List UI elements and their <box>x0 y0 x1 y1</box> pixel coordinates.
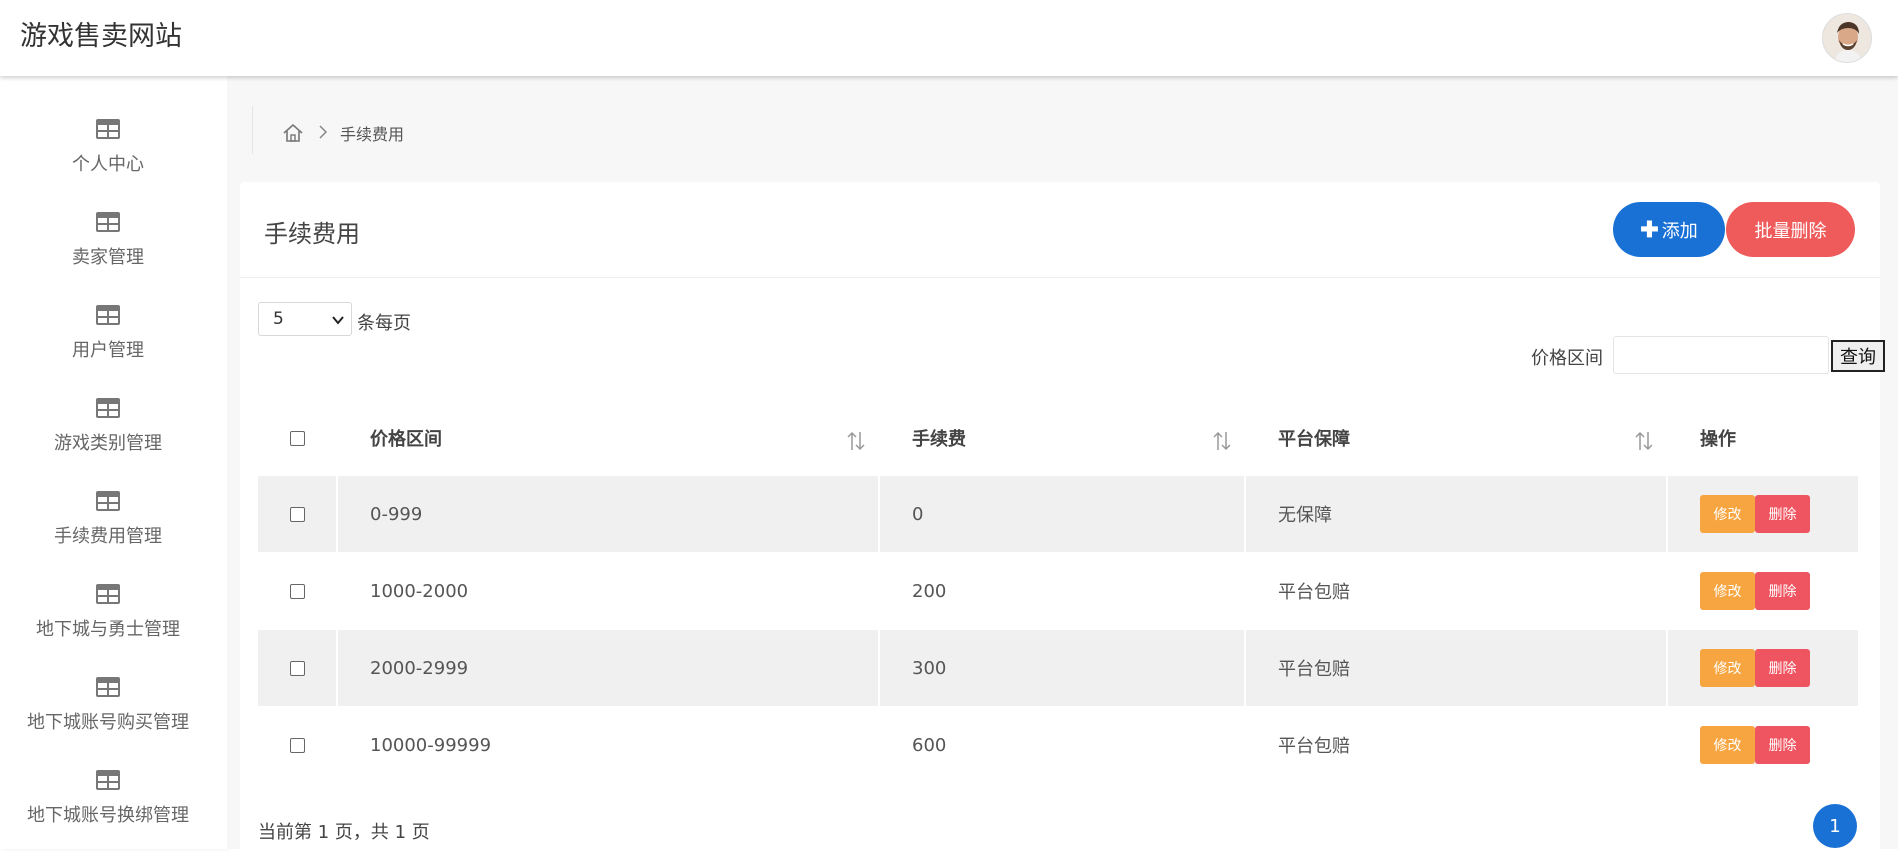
sidebar-item-label: 地下城账号换绑管理 <box>27 805 189 826</box>
cell-actions: 修改 删除 <box>1668 707 1858 783</box>
header-fee[interactable]: 手续费 <box>880 400 1244 476</box>
cell-guarantee: 平台包赔 <box>1246 630 1666 706</box>
sidebar-item-label: 手续费用管理 <box>54 526 162 547</box>
delete-button[interactable]: 删除 <box>1755 726 1810 764</box>
row-checkbox[interactable] <box>289 506 305 522</box>
home-icon[interactable] <box>282 122 304 144</box>
sidebar-item-label: 个人中心 <box>72 154 144 175</box>
edit-button[interactable]: 修改 <box>1700 726 1755 764</box>
cell-price-range: 0-999 <box>338 476 878 552</box>
sidebar-item-user-management[interactable]: 用户管理 <box>0 305 216 385</box>
main-content: 手续费用 手续费用 ✚ 添加 批量删除 5 条每页 价格区间 查询 价格区间 手… <box>227 76 1898 862</box>
sidebar-item-personal-center[interactable]: 个人中心 <box>0 119 216 199</box>
sidebar: 个人中心 卖家管理 用户管理 游戏类别管理 手续费用管理 地下城与勇士管理 地下… <box>0 76 227 849</box>
row-checkbox[interactable] <box>289 660 305 676</box>
header-price-range[interactable]: 价格区间 <box>338 400 878 476</box>
sort-icon[interactable] <box>1634 430 1654 452</box>
cell-fee: 600 <box>912 734 947 756</box>
page-size-select[interactable]: 5 <box>258 302 352 336</box>
content-panel: 手续费用 ✚ 添加 批量删除 5 条每页 价格区间 查询 价格区间 手续费 平台… <box>240 182 1885 862</box>
add-button[interactable]: ✚ 添加 <box>1613 202 1725 257</box>
row-checkbox[interactable] <box>289 583 305 599</box>
breadcrumb: 手续费用 <box>282 121 404 145</box>
table-icon <box>96 398 120 418</box>
row-checkbox[interactable] <box>289 737 305 753</box>
avatar-image <box>1823 14 1871 62</box>
sidebar-item-label: 地下城与勇士管理 <box>36 619 180 640</box>
breadcrumb-divider <box>252 106 253 154</box>
add-button-label: 添加 <box>1661 220 1698 241</box>
table-icon <box>96 584 120 604</box>
table-row: 1000-2000 200 平台包赔 修改 删除 <box>258 553 1858 629</box>
pagination-summary: 当前第 1 页，共 1 页 <box>258 822 430 843</box>
sidebar-item-label: 用户管理 <box>72 340 144 361</box>
table-icon <box>96 677 120 697</box>
page-size-label: 条每页 <box>357 313 411 334</box>
cell-guarantee: 无保障 <box>1246 476 1666 552</box>
header-guarantee[interactable]: 平台保障 <box>1246 400 1666 476</box>
page-button-current[interactable]: 1 <box>1813 804 1857 848</box>
select-all-checkbox[interactable] <box>289 430 305 446</box>
cell-guarantee: 平台包赔 <box>1278 582 1350 603</box>
cell-actions: 修改 删除 <box>1668 553 1858 629</box>
chevron-down-icon <box>332 316 344 325</box>
table-row: 10000-99999 600 平台包赔 修改 删除 <box>258 707 1858 783</box>
app-title: 游戏售卖网站 <box>20 21 182 52</box>
sidebar-item-account-purchase[interactable]: 地下城账号购买管理 <box>0 677 216 757</box>
edit-button[interactable]: 修改 <box>1700 572 1755 610</box>
edit-button[interactable]: 修改 <box>1700 649 1755 687</box>
table-icon <box>96 212 120 232</box>
table-icon <box>96 305 120 325</box>
cell-actions: 修改 删除 <box>1668 476 1858 552</box>
panel-header: 手续费用 ✚ 添加 批量删除 <box>240 182 1880 278</box>
cell-actions: 修改 删除 <box>1668 630 1858 706</box>
select-all-cell <box>258 400 336 476</box>
delete-button[interactable]: 删除 <box>1755 649 1810 687</box>
price-range-filter-label: 价格区间 <box>1531 348 1603 369</box>
cell-price-range: 2000-2999 <box>338 630 878 706</box>
cell-price-range: 1000-2000 <box>370 580 469 602</box>
page-size-value: 5 <box>273 309 284 329</box>
cell-price-range: 10000-99999 <box>370 734 492 756</box>
panel-title: 手续费用 <box>264 220 360 248</box>
cell-fee: 200 <box>912 580 947 602</box>
table-icon <box>96 119 120 139</box>
sort-icon[interactable] <box>846 430 866 452</box>
chevron-right-icon <box>318 124 328 143</box>
sidebar-item-label: 游戏类别管理 <box>54 433 162 454</box>
plus-icon: ✚ <box>1640 216 1659 242</box>
table-row: 0-999 0 无保障 修改 删除 <box>258 476 1858 552</box>
batch-delete-button[interactable]: 批量删除 <box>1726 202 1855 257</box>
delete-button[interactable]: 删除 <box>1755 495 1810 533</box>
cell-guarantee: 平台包赔 <box>1278 736 1350 757</box>
table-icon <box>96 491 120 511</box>
sort-icon[interactable] <box>1212 430 1232 452</box>
delete-button[interactable]: 删除 <box>1755 572 1810 610</box>
sidebar-item-game-category[interactable]: 游戏类别管理 <box>0 398 216 478</box>
sidebar-item-seller-management[interactable]: 卖家管理 <box>0 212 216 292</box>
table-row: 2000-2999 300 平台包赔 修改 删除 <box>258 630 1858 706</box>
cell-fee: 300 <box>880 630 1244 706</box>
edit-button[interactable]: 修改 <box>1700 495 1755 533</box>
header-actions: 操作 <box>1700 429 1736 450</box>
price-range-filter-input[interactable] <box>1613 336 1829 374</box>
sidebar-item-account-rebind[interactable]: 地下城账号换绑管理 <box>0 770 216 850</box>
table-header-row: 价格区间 手续费 平台保障 操作 <box>258 400 1858 476</box>
sidebar-item-fee-management[interactable]: 手续费用管理 <box>0 491 216 571</box>
user-avatar[interactable] <box>1822 13 1872 63</box>
table-icon <box>96 770 120 790</box>
sidebar-item-label: 地下城账号购买管理 <box>27 712 189 733</box>
breadcrumb-current: 手续费用 <box>340 125 405 144</box>
query-button[interactable]: 查询 <box>1831 340 1885 372</box>
cell-fee: 0 <box>880 476 1244 552</box>
top-header: 游戏售卖网站 <box>0 0 1898 76</box>
sidebar-item-label: 卖家管理 <box>72 247 144 268</box>
sidebar-item-dnf-management[interactable]: 地下城与勇士管理 <box>0 584 216 664</box>
